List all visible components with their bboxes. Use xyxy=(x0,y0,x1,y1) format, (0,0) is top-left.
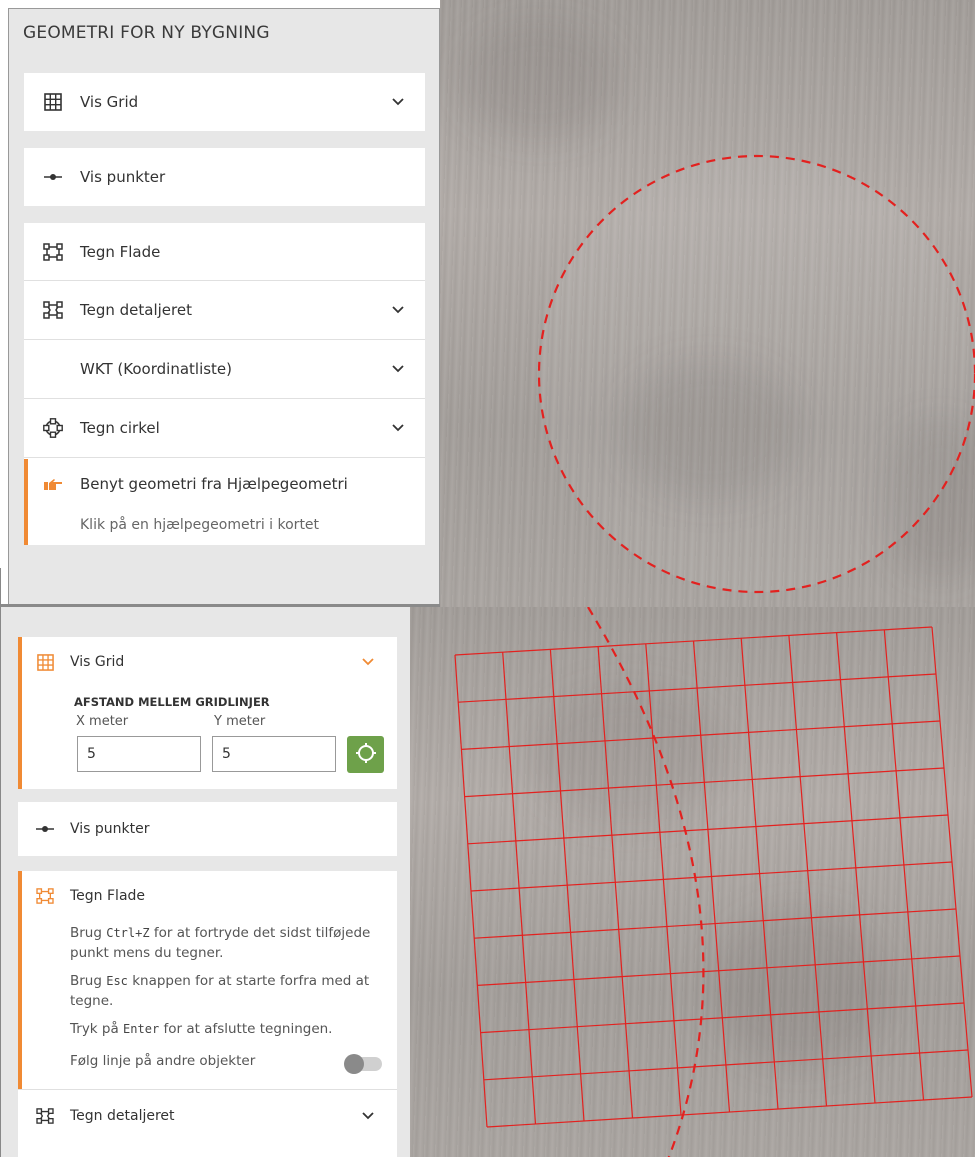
map-view-bottom[interactable] xyxy=(410,607,975,1157)
draw-detailed-label: Tegn detaljeret xyxy=(70,1108,175,1124)
grid-line-vertical xyxy=(788,635,828,1107)
circle-draw-icon xyxy=(40,418,66,438)
draw-detailed-label: Tegn detaljeret xyxy=(80,301,192,319)
geometry-panel: GEOMETRI FOR NY BYGNING Vis Grid Vis pun… xyxy=(8,8,440,607)
draw-circle-label: Tegn cirkel xyxy=(80,419,160,437)
finish-hint: Tryk på Enter for at afslutte tegningen. xyxy=(70,1021,333,1037)
draw-detailed-row[interactable]: Tegn detaljeret xyxy=(24,281,425,339)
draw-area-icon xyxy=(40,243,66,261)
grid-icon xyxy=(34,653,56,671)
wkt-row[interactable]: WKT (Koordinatliste) xyxy=(24,340,425,398)
locate-grid-button[interactable] xyxy=(347,736,384,773)
x-meter-input[interactable]: 5 xyxy=(77,736,201,772)
points-toggle-row[interactable]: Vis punkter xyxy=(18,802,397,856)
chevron-down-icon[interactable] xyxy=(391,365,405,373)
points-card: Vis punkter xyxy=(18,802,397,856)
grid-card: Vis Grid xyxy=(24,73,425,131)
x-meter-label: X meter xyxy=(76,714,129,729)
divider xyxy=(18,1089,397,1090)
draw-area-row[interactable]: Tegn Flade xyxy=(18,883,397,909)
grid-line-vertical xyxy=(883,629,925,1101)
draw-area-label: Tegn Flade xyxy=(80,243,161,261)
drawing-tools-card: Tegn Flade Tegn detaljeret WKT (Koordina… xyxy=(24,223,425,545)
grid-label: Vis Grid xyxy=(80,93,139,111)
restart-hint: Brug Esc knappen for at starte forfra me… xyxy=(70,973,370,1009)
points-label: Vis punkter xyxy=(70,821,150,837)
y-meter-label: Y meter xyxy=(214,714,266,729)
points-toggle-row[interactable]: Vis punkter xyxy=(24,148,425,206)
hand-pointer-icon xyxy=(40,477,66,491)
grid-line-vertical xyxy=(931,626,973,1098)
crosshair-icon xyxy=(355,742,377,768)
points-card: Vis punkter xyxy=(24,148,425,206)
grid-line-vertical xyxy=(836,632,876,1104)
chevron-down-icon[interactable] xyxy=(391,98,405,106)
grid-line-horizontal xyxy=(477,955,961,986)
grid-icon xyxy=(40,93,66,111)
points-icon xyxy=(40,173,66,181)
follow-line-toggle[interactable] xyxy=(344,1054,382,1074)
chevron-down-icon[interactable] xyxy=(361,1112,375,1120)
draw-detailed-row[interactable]: Tegn detaljeret xyxy=(18,1093,397,1139)
drawn-circle-arc xyxy=(587,607,705,1157)
y-meter-input[interactable]: 5 xyxy=(212,736,336,772)
draw-circle-row[interactable]: Tegn cirkel xyxy=(24,399,425,457)
wkt-label: WKT (Koordinatliste) xyxy=(80,360,233,378)
geometry-panel-expanded: Vis Grid AFSTAND MELLEM GRIDLINJER X met… xyxy=(0,607,410,1157)
grid-label: Vis Grid xyxy=(70,654,125,670)
divider xyxy=(0,568,9,1157)
grid-line-vertical xyxy=(740,638,779,1110)
draw-area-card-expanded: Tegn Flade Brug Ctrl+Z for at fortryde d… xyxy=(18,871,397,1157)
chevron-down-icon[interactable] xyxy=(391,424,405,432)
grid-line-vertical xyxy=(692,640,731,1113)
grid-line-horizontal xyxy=(486,1096,973,1128)
grid-card-expanded: Vis Grid AFSTAND MELLEM GRIDLINJER X met… xyxy=(18,637,397,789)
points-icon xyxy=(34,825,56,833)
helper-geometry-row[interactable]: Benyt geometri fra Hjælpegeometri xyxy=(24,459,425,509)
helper-hint: Klik på en hjælpegeometri i kortet xyxy=(80,517,320,533)
grid-line-horizontal xyxy=(474,908,957,939)
divider xyxy=(24,457,425,458)
undo-hint: Brug Ctrl+Z for at fortryde det sidst ti… xyxy=(70,925,371,961)
drawn-grid xyxy=(454,607,973,1157)
draw-area-label: Tegn Flade xyxy=(70,888,146,904)
points-label: Vis punkter xyxy=(80,168,166,186)
grid-line-horizontal xyxy=(480,1002,965,1034)
draw-detailed-icon xyxy=(34,1108,56,1124)
grid-line-horizontal xyxy=(483,1049,969,1081)
draw-detailed-icon xyxy=(40,301,66,319)
map-view-top[interactable] xyxy=(440,0,975,607)
grid-toggle-row[interactable]: Vis Grid xyxy=(18,649,397,675)
chevron-down-icon[interactable] xyxy=(391,306,405,314)
drawn-circle xyxy=(537,154,975,594)
toggle-knob xyxy=(344,1054,364,1074)
draw-area-icon xyxy=(34,888,56,904)
draw-area-row[interactable]: Tegn Flade xyxy=(24,223,425,281)
panel-title: GEOMETRI FOR NY BYGNING xyxy=(23,23,270,43)
grid-toggle-row[interactable]: Vis Grid xyxy=(24,73,425,131)
follow-line-label: Følg linje på andre objekter xyxy=(70,1053,256,1069)
grid-spacing-heading: AFSTAND MELLEM GRIDLINJER xyxy=(74,695,270,709)
helper-geometry-label: Benyt geometri fra Hjælpegeometri xyxy=(80,475,348,493)
chevron-down-icon[interactable] xyxy=(361,658,375,666)
